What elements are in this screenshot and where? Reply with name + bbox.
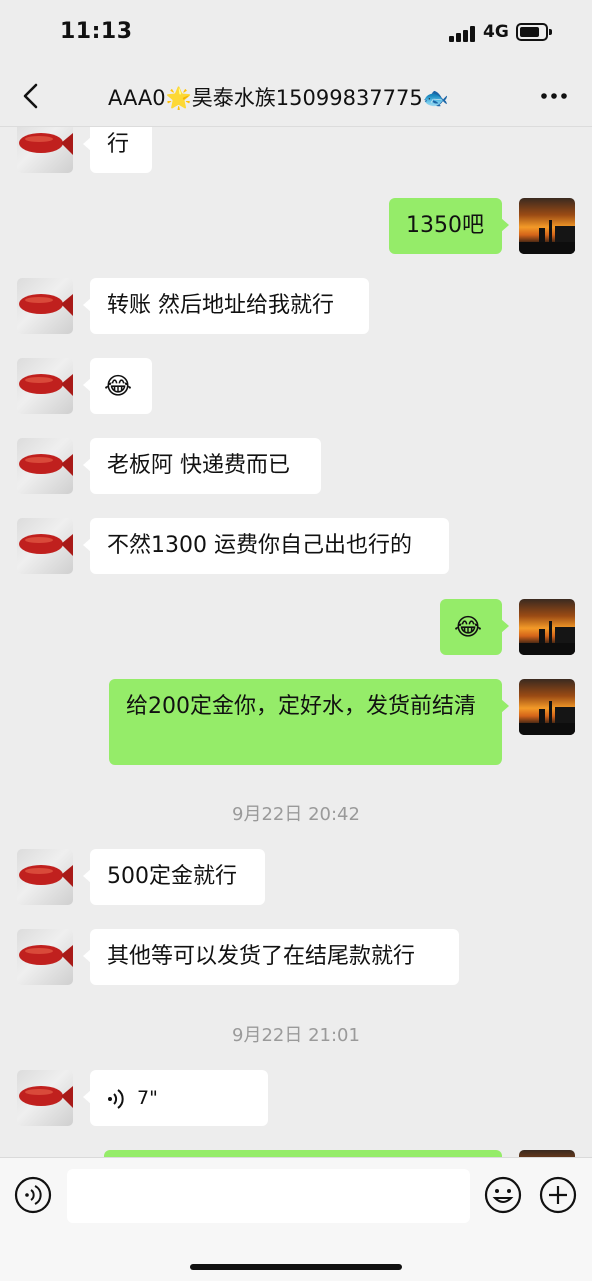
message-timestamp: 9月22日 21:01: [232, 1025, 360, 1046]
voice-wave-icon: [14, 1176, 52, 1214]
more-features-button[interactable]: [539, 1176, 577, 1218]
message-text: 1350吧: [406, 213, 484, 238]
status-time: 11:13: [60, 19, 133, 44]
chat-title: AAA0🌟昊泰水族15099837775🐟: [108, 86, 449, 110]
message-bubble-outgoing[interactable]: 😂: [440, 599, 509, 655]
network-type: 4G: [483, 22, 509, 42]
voice-wave-icon: [108, 1088, 124, 1109]
sunset-avatar-image: [519, 220, 575, 254]
sunset-avatar-image: [519, 1150, 575, 1157]
message-text: 500定金就行: [107, 864, 237, 889]
arowana-fish-avatar-image: [19, 133, 73, 155]
message-text: 转账 然后地址给我就行: [107, 293, 334, 318]
message-list[interactable]: 行 1350吧 转账 然后地址给我就行 😂 老板阿 快递费而已 不然1300 运…: [0, 127, 592, 1157]
message-text: 老板阿 快递费而已: [107, 453, 290, 478]
battery-icon: [516, 23, 552, 41]
message-bubble-outgoing[interactable]: 给200定金你，定好水，发货前结清: [109, 679, 509, 765]
contact-avatar[interactable]: [17, 1070, 73, 1126]
message-bubble-incoming[interactable]: 老板阿 快递费而已: [83, 438, 321, 494]
sunset-avatar-image: [519, 621, 575, 655]
chat-header: AAA0🌟昊泰水族15099837775🐟: [0, 66, 592, 127]
contact-avatar[interactable]: [17, 127, 73, 173]
tears-of-joy-emoji: 😂: [454, 613, 483, 641]
contact-avatar[interactable]: [17, 929, 73, 985]
cellular-signal-icon: [449, 26, 477, 42]
message-bubble-incoming[interactable]: 转账 然后地址给我就行: [83, 278, 369, 334]
message-text: 其他等可以发货了在结尾款就行: [107, 944, 416, 969]
smiley-icon: [484, 1176, 522, 1214]
my-avatar[interactable]: [519, 599, 575, 655]
arowana-fish-avatar-image: [19, 865, 73, 887]
arowana-fish-avatar-image: [19, 945, 73, 967]
message-bubble-outgoing[interactable]: 1350吧: [389, 198, 509, 254]
plus-circle-icon: [539, 1176, 577, 1214]
chevron-left-icon: [23, 83, 38, 109]
message-timestamp: 9月22日 20:42: [232, 804, 360, 825]
back-button[interactable]: [18, 80, 48, 112]
my-avatar[interactable]: [519, 679, 575, 735]
status-bar: 11:13 4G: [0, 0, 592, 66]
sunset-avatar-image: [519, 701, 575, 735]
contact-avatar[interactable]: [17, 518, 73, 574]
message-bubble-incoming[interactable]: 行: [83, 127, 152, 173]
arowana-fish-avatar-image: [19, 454, 73, 476]
emoji-button[interactable]: [484, 1176, 522, 1218]
message-bubble-incoming[interactable]: 😂: [83, 358, 152, 414]
voice-message-bubble[interactable]: 7": [83, 1070, 268, 1126]
my-avatar[interactable]: [519, 1150, 575, 1157]
arowana-fish-avatar-image: [19, 374, 73, 396]
tears-of-joy-emoji: 😂: [104, 372, 133, 400]
arowana-fish-avatar-image: [19, 534, 73, 556]
message-text: 给200定金你，定好水，发货前结清: [126, 694, 476, 719]
my-avatar[interactable]: [519, 198, 575, 254]
contact-avatar[interactable]: [17, 849, 73, 905]
ellipsis-icon: [541, 93, 567, 99]
arowana-fish-avatar-image: [19, 294, 73, 316]
home-indicator: [190, 1264, 402, 1270]
message-bubble-incoming[interactable]: 其他等可以发货了在结尾款就行: [83, 929, 459, 985]
contact-avatar[interactable]: [17, 278, 73, 334]
message-text: 不然1300 运费你自己出也行的: [107, 533, 412, 558]
message-input[interactable]: [67, 1169, 470, 1223]
voice-input-toggle-button[interactable]: [14, 1176, 52, 1218]
contact-avatar[interactable]: [17, 438, 73, 494]
contact-avatar[interactable]: [17, 358, 73, 414]
voice-duration: 7": [137, 1087, 158, 1109]
message-bubble-outgoing[interactable]: [104, 1150, 502, 1157]
input-bar: [0, 1157, 592, 1281]
message-bubble-incoming[interactable]: 500定金就行: [83, 849, 265, 905]
arowana-fish-avatar-image: [19, 1086, 73, 1108]
message-text: 行: [107, 132, 130, 157]
message-bubble-incoming[interactable]: 不然1300 运费你自己出也行的: [83, 518, 449, 574]
more-options-button[interactable]: [538, 78, 572, 114]
